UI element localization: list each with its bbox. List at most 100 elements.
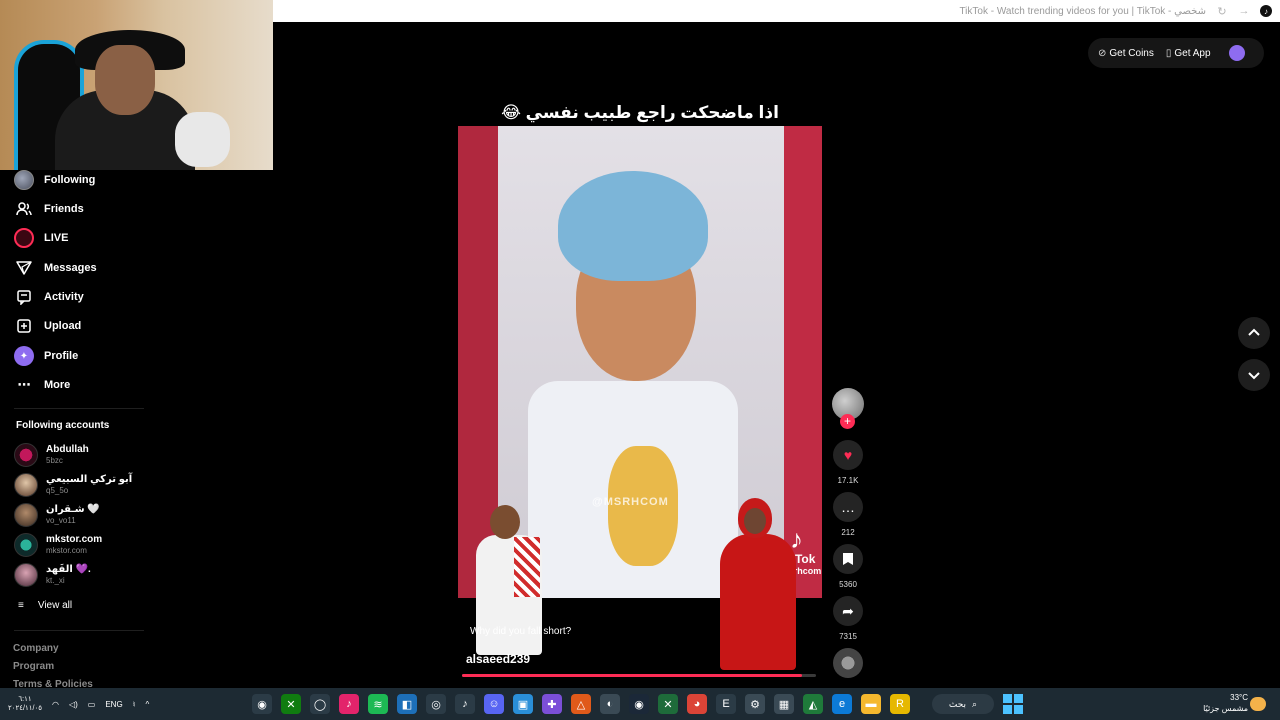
get-app-label: Get App: [1174, 47, 1211, 59]
following-account[interactable]: Abdullah 5bzc: [14, 442, 89, 468]
taskbar-apps: ◉ ✕ ◯ ♪ ≋ ◧ ◎ ♪ ☺ ▣ ✚ △ ◐ ◉ ✕ ◕ E ⚙ ▦ ◭ …: [252, 688, 910, 720]
nav-label: Following: [44, 174, 96, 186]
clock-time: ٦:١١: [18, 696, 32, 703]
previous-video-button[interactable]: [1238, 317, 1270, 349]
get-coins-button[interactable]: ⊘ Get Coins: [1098, 48, 1154, 59]
nav-more[interactable]: ⋯ More: [14, 375, 71, 395]
nav-profile[interactable]: ✦ Profile: [14, 346, 78, 366]
devil-body: [720, 534, 796, 670]
more-icon: ⋯: [17, 377, 31, 392]
file-explorer-icon[interactable]: ▬: [861, 694, 881, 714]
origin-icon[interactable]: △: [571, 694, 591, 714]
system-tray: ٦:١١ ٢٠٢٤/١١/٠٥ ◠ ◁) ▭ ENG ♮ ^: [8, 688, 149, 720]
view-all-label: View all: [37, 600, 73, 611]
user-avatar[interactable]: [1228, 45, 1245, 61]
search-app-icon[interactable]: ◯: [310, 694, 330, 714]
nav-upload[interactable]: Upload: [14, 316, 81, 336]
save-action[interactable]: 5360: [830, 544, 866, 589]
xbox-icon[interactable]: ✕: [281, 694, 301, 714]
clock[interactable]: ٦:١١ ٢٠٢٤/١١/٠٥: [8, 695, 42, 713]
chrome-icon[interactable]: ◕: [687, 694, 707, 714]
account-handle: 5bzc: [46, 456, 63, 465]
get-app-button[interactable]: ▯ Get App: [1166, 48, 1211, 59]
spotify-icon[interactable]: ≋: [368, 694, 388, 714]
following-account[interactable]: شـقران 🤍 vo_vo11: [14, 502, 100, 528]
tiktok-icon[interactable]: ♪: [455, 694, 475, 714]
heart-icon[interactable]: ♥: [833, 440, 863, 470]
epic-games-icon[interactable]: E: [716, 694, 736, 714]
video-progress-bar[interactable]: [462, 674, 816, 677]
nav-messages[interactable]: Messages: [14, 258, 97, 278]
store-icon[interactable]: ◧: [397, 694, 417, 714]
live-icon: [14, 228, 34, 248]
edge-icon[interactable]: e: [832, 694, 852, 714]
share-action[interactable]: ➦ 7315: [830, 596, 866, 641]
follow-plus-icon[interactable]: +: [840, 414, 855, 429]
nav-label: Upload: [44, 320, 82, 332]
following-account[interactable]: الفَهد 💜. kt._xi: [14, 562, 91, 588]
account-handle: q5_5o: [46, 486, 69, 495]
obs-studio-icon[interactable]: ◐: [600, 694, 620, 714]
nav-friends[interactable]: Friends: [14, 199, 84, 219]
avatar: [14, 443, 38, 467]
actor-shower-cap: [558, 171, 708, 281]
start-tile: [1003, 694, 1012, 703]
steam-client-icon[interactable]: ◉: [629, 694, 649, 714]
save-count: 5360: [839, 580, 857, 589]
footer-company[interactable]: Company: [13, 643, 59, 654]
volume-icon[interactable]: ◁): [69, 700, 78, 709]
account-name: mkstor.com: [46, 534, 103, 545]
tiktok-studio-icon[interactable]: ♪: [339, 694, 359, 714]
discord-icon[interactable]: ☺: [484, 694, 504, 714]
view-all-link[interactable]: ≡ View all: [18, 600, 72, 611]
rockstar-icon[interactable]: R: [890, 694, 910, 714]
weather-temp: 33°C: [1230, 693, 1248, 702]
language-indicator[interactable]: ENG: [105, 700, 122, 709]
video-question: Why did you fall short?: [470, 626, 572, 637]
following-account[interactable]: آبو تركي السبيعي q5_5o: [14, 472, 132, 498]
nvidia-icon[interactable]: ◭: [803, 694, 823, 714]
comment-icon[interactable]: …: [833, 492, 863, 522]
weather-widget[interactable]: 33°C مشمس جزئيًا: [1196, 692, 1248, 714]
forward-icon[interactable]: →: [1238, 5, 1250, 17]
wifi-icon[interactable]: ◠: [52, 700, 59, 709]
devil-sticker: [716, 498, 800, 670]
bookmark-icon[interactable]: [833, 544, 863, 574]
account-name: آبو تركي السبيعي: [46, 474, 133, 485]
like-count: 17.1K: [837, 476, 859, 485]
nav-following[interactable]: Following: [14, 170, 95, 190]
music-disc-icon[interactable]: [833, 648, 863, 678]
nav-label: Friends: [44, 203, 84, 215]
gamepad-icon[interactable]: ✚: [542, 694, 562, 714]
taskbar-search[interactable]: بحث ⌕: [932, 694, 994, 714]
video-overlay-caption: اذا ماضحكت راجع طبيب نفسي 😂: [501, 103, 779, 122]
following-avatar-icon: [14, 170, 34, 190]
obs-icon[interactable]: ◎: [426, 694, 446, 714]
microphone-icon[interactable]: ♮: [133, 700, 136, 709]
battery-icon[interactable]: ▭: [88, 700, 96, 709]
reload-icon[interactable]: ↻: [1216, 5, 1228, 18]
nav-label: More: [44, 379, 71, 391]
steam-icon[interactable]: ◉: [252, 694, 272, 714]
start-tile: [1014, 705, 1023, 714]
next-video-button[interactable]: [1238, 359, 1270, 391]
start-button[interactable]: [1003, 694, 1023, 714]
like-action[interactable]: ♥ 17.1K: [830, 440, 866, 485]
phone-icon: ▯: [1165, 47, 1172, 59]
nav-live[interactable]: LIVE: [14, 228, 68, 248]
webcam-overlay: [0, 0, 273, 170]
devil-face: [744, 508, 766, 534]
share-count: 7315: [839, 632, 857, 641]
comment-action[interactable]: … 212: [830, 492, 866, 537]
share-icon[interactable]: ➦: [833, 596, 863, 626]
excel-icon[interactable]: ✕: [658, 694, 678, 714]
settings-icon[interactable]: ⚙: [745, 694, 765, 714]
calculator-icon[interactable]: ▦: [774, 694, 794, 714]
video-author[interactable]: alsaeed239: [466, 652, 530, 666]
footer-program[interactable]: Program: [13, 661, 54, 672]
photos-icon[interactable]: ▣: [513, 694, 533, 714]
nav-activity[interactable]: Activity: [14, 287, 84, 307]
chevron-up-icon[interactable]: ^: [146, 700, 150, 709]
following-account[interactable]: mkstor.com mkstor.com: [14, 532, 102, 558]
video-progress-fill: [462, 674, 802, 677]
